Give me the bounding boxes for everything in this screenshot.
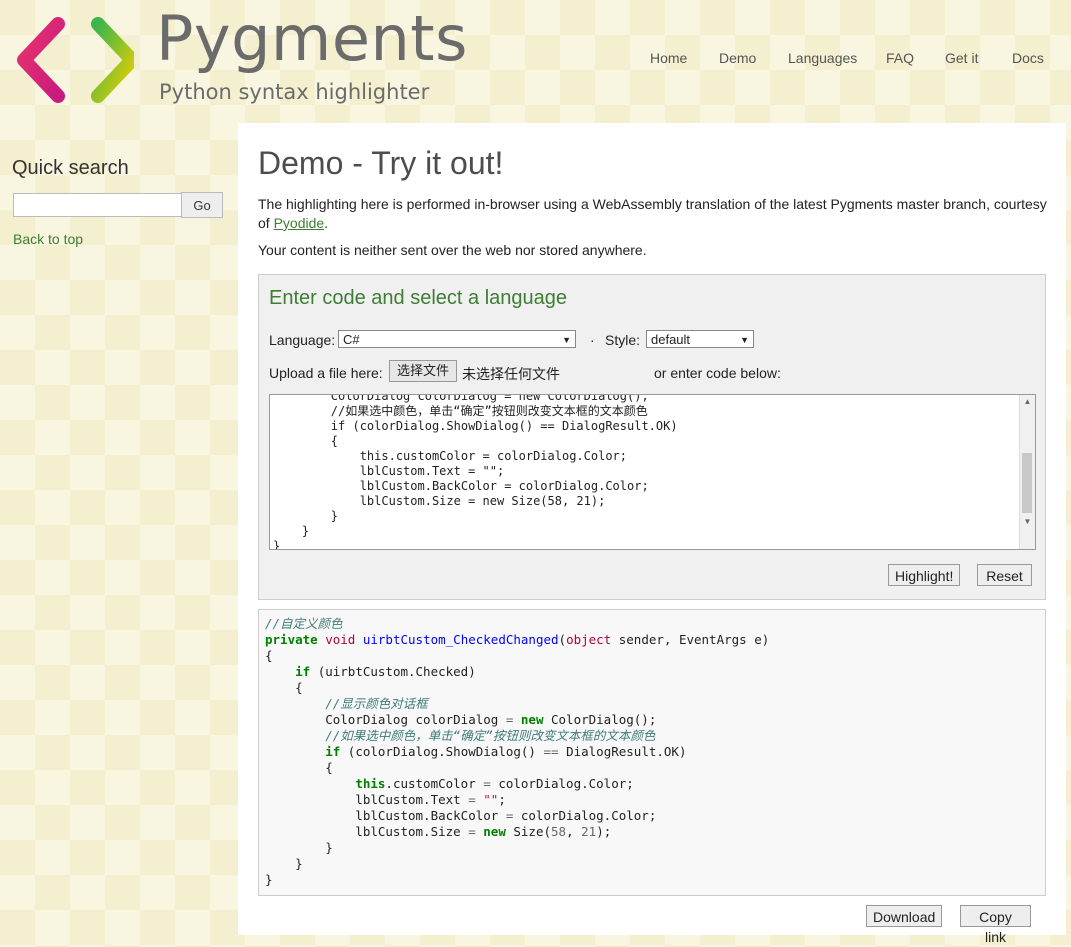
intro-text: The highlighting here is performed in-br… bbox=[258, 195, 1048, 233]
chevron-down-icon: ▼ bbox=[740, 335, 749, 345]
nav-home[interactable]: Home bbox=[650, 50, 687, 66]
main-content: Demo - Try it out! The highlighting here… bbox=[238, 123, 1066, 945]
scroll-up-icon[interactable]: ▲ bbox=[1020, 397, 1035, 406]
page-title: Demo - Try it out! bbox=[258, 145, 504, 181]
scroll-thumb[interactable] bbox=[1022, 453, 1032, 513]
intro-suffix: . bbox=[324, 215, 329, 231]
top-nav: Home Demo Languages FAQ Get it Docs bbox=[650, 50, 1050, 70]
highlighted-output: //自定义颜色 private void uirbtCustom_Checked… bbox=[258, 609, 1046, 896]
reset-button[interactable]: Reset bbox=[977, 564, 1032, 586]
back-to-top-link[interactable]: Back to top bbox=[13, 231, 83, 247]
code-scrollbar[interactable]: ▲ ▼ bbox=[1019, 395, 1035, 549]
brand-name[interactable]: Pygments bbox=[156, 8, 468, 70]
language-select[interactable]: C# ▼ bbox=[338, 330, 576, 348]
choose-file-button[interactable]: 选择文件 bbox=[389, 360, 457, 382]
code-textarea[interactable]: ColorDialog colorDialog = new ColorDialo… bbox=[269, 394, 1036, 550]
language-value: C# bbox=[343, 332, 360, 347]
search-input[interactable] bbox=[13, 193, 185, 217]
highlight-button[interactable]: Highlight! bbox=[888, 564, 960, 586]
chevron-down-icon: ▼ bbox=[562, 335, 571, 345]
code-text[interactable]: ColorDialog colorDialog = new ColorDialo… bbox=[270, 395, 1035, 549]
style-value: default bbox=[651, 332, 691, 347]
quick-search-title: Quick search bbox=[12, 157, 129, 179]
or-enter-code-label: or enter code below: bbox=[654, 365, 781, 381]
style-label: Style: bbox=[605, 332, 641, 348]
nav-demo[interactable]: Demo bbox=[719, 50, 756, 66]
nav-get-it[interactable]: Get it bbox=[945, 50, 978, 66]
brand-tagline: Python syntax highlighter bbox=[159, 80, 430, 104]
pyodide-link[interactable]: Pyodide bbox=[274, 215, 325, 231]
style-select[interactable]: default ▼ bbox=[646, 330, 754, 348]
pygments-logo-icon[interactable] bbox=[14, 14, 134, 106]
language-label: Language: bbox=[269, 332, 336, 348]
separator-dot: · bbox=[590, 332, 595, 348]
scroll-down-icon[interactable]: ▼ bbox=[1020, 517, 1035, 526]
nav-languages[interactable]: Languages bbox=[788, 50, 857, 66]
nav-faq[interactable]: FAQ bbox=[886, 50, 914, 66]
copy-link-button[interactable]: Copy link bbox=[960, 905, 1031, 945]
privacy-note: Your content is neither sent over the we… bbox=[258, 242, 647, 258]
download-button[interactable]: Download bbox=[866, 905, 942, 927]
nav-docs[interactable]: Docs bbox=[1012, 50, 1044, 66]
search-go-button[interactable]: Go bbox=[181, 192, 223, 218]
file-status: 未选择任何文件 bbox=[462, 366, 560, 382]
intro-prefix: The highlighting here is performed in-br… bbox=[258, 196, 1047, 231]
highlighted-code: //自定义颜色 private void uirbtCustom_Checked… bbox=[265, 616, 770, 887]
form-title: Enter code and select a language bbox=[269, 287, 567, 309]
upload-label: Upload a file here: bbox=[269, 365, 383, 381]
code-input-form: Enter code and select a language Languag… bbox=[258, 274, 1046, 600]
